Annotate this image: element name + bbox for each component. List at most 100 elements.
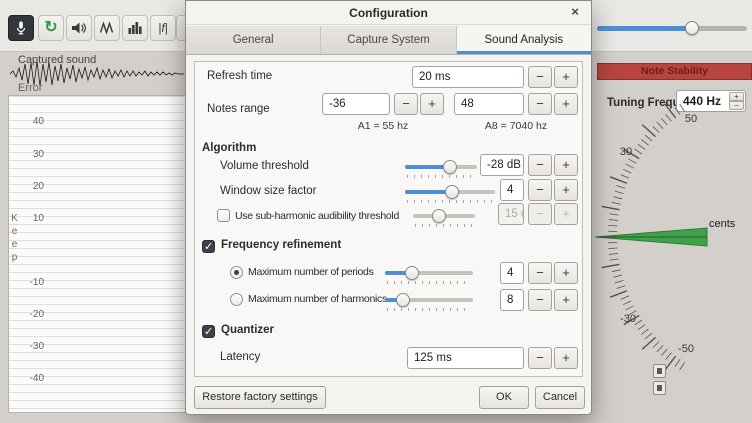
tab-capture-system[interactable]: Capture System: [321, 26, 456, 54]
latency-label: Latency: [220, 351, 260, 363]
ok-button[interactable]: OK: [479, 386, 529, 409]
fourier-view-button[interactable]: |f|: [150, 15, 176, 41]
cancel-button[interactable]: Cancel: [535, 386, 585, 409]
notes-range-min-decrement-button[interactable]: −: [394, 93, 418, 115]
subharmonic-increment-button: +: [554, 203, 578, 225]
dialog-title: Configuration ×: [186, 1, 591, 25]
sound-output-button[interactable]: [66, 15, 92, 41]
axis-tick: 40: [24, 116, 44, 127]
axis-tick: 30: [24, 149, 44, 160]
subharmonic-slider: [413, 207, 475, 228]
fourier-icon: |f|: [158, 21, 168, 35]
tab-bar: General Capture System Sound Analysis: [186, 26, 591, 55]
frequency-refinement-checkbox[interactable]: [202, 240, 215, 253]
tuner-toggle-button[interactable]: ↻: [38, 15, 64, 41]
volume-threshold-slider[interactable]: [405, 158, 477, 179]
error-plot-title: Error: [18, 82, 42, 94]
configuration-dialog: Configuration × General Capture System S…: [185, 0, 592, 415]
slider-handle[interactable]: [445, 185, 459, 199]
tuner-icon: ↻: [44, 20, 57, 36]
window-size-factor-decrement-button[interactable]: −: [528, 179, 552, 201]
volume-threshold-increment-button[interactable]: +: [554, 154, 578, 176]
slider-ticks: [387, 308, 471, 311]
subharmonic-label: Use sub-harmonic audibility threshold: [235, 210, 399, 222]
notes-range-min-hint: A1 = 55 hz: [322, 120, 444, 132]
axis-tick: 10: [24, 213, 44, 224]
latency-decrement-button[interactable]: −: [528, 347, 552, 369]
slider-ticks: [407, 175, 475, 178]
histogram-icon: [127, 20, 143, 36]
notes-range-min-increment-button[interactable]: +: [420, 93, 444, 115]
notes-range-label: Notes range: [207, 103, 270, 115]
tab-sound-analysis[interactable]: Sound Analysis: [457, 26, 591, 54]
max-periods-input[interactable]: 4: [500, 262, 524, 284]
max-harmonics-decrement-button[interactable]: −: [528, 289, 552, 311]
sound-analysis-panel: Refresh time 20 ms − + Notes range -36 −…: [194, 61, 583, 377]
max-harmonics-slider[interactable]: [385, 291, 473, 312]
input-level-slider[interactable]: [597, 21, 747, 35]
captured-sound-label: Captured sound: [18, 54, 96, 66]
slider-fill: [597, 26, 692, 31]
gauge-label: -30: [615, 313, 641, 325]
latency-input[interactable]: 125 ms: [407, 347, 524, 369]
slider-ticks: [415, 224, 473, 227]
refresh-time-input[interactable]: 20 ms: [412, 66, 524, 88]
gauge-unit-label: cents: [709, 218, 735, 230]
mini-button-2[interactable]: [653, 381, 666, 395]
dialog-title-text: Configuration: [349, 6, 428, 20]
volume-threshold-input[interactable]: -28 dB: [480, 154, 524, 176]
volume-threshold-decrement-button[interactable]: −: [528, 154, 552, 176]
slider-ticks: [387, 281, 471, 284]
notes-range-max-input[interactable]: 48: [454, 93, 524, 115]
speaker-icon: [71, 20, 87, 36]
algorithm-header: Algorithm: [202, 142, 256, 154]
max-periods-radio[interactable]: [230, 266, 243, 279]
refresh-time-increment-button[interactable]: +: [554, 66, 578, 88]
mini-button-1[interactable]: [653, 364, 666, 378]
latency-increment-button[interactable]: +: [554, 347, 578, 369]
quantizer-header: Quantizer: [221, 324, 274, 336]
axis-tick: -30: [24, 341, 44, 352]
max-harmonics-increment-button[interactable]: +: [554, 289, 578, 311]
max-periods-slider[interactable]: [385, 264, 473, 285]
axis-tick: -20: [24, 309, 44, 320]
slider-handle[interactable]: [405, 266, 419, 280]
waveform-view-button[interactable]: [94, 15, 120, 41]
subharmonic-input: 15 dB: [498, 203, 524, 225]
restore-factory-settings-button[interactable]: Restore factory settings: [194, 386, 326, 409]
histogram-view-button[interactable]: [122, 15, 148, 41]
frequency-refinement-header: Frequency refinement: [221, 239, 341, 251]
axis-tick: -40: [24, 373, 44, 384]
volume-threshold-label: Volume threshold: [220, 160, 309, 172]
tab-general[interactable]: General: [186, 26, 321, 54]
max-harmonics-input[interactable]: 8: [500, 289, 524, 311]
refresh-time-decrement-button[interactable]: −: [528, 66, 552, 88]
window-size-factor-increment-button[interactable]: +: [554, 179, 578, 201]
slider-ticks: [407, 200, 493, 203]
waveform-icon: [99, 20, 115, 36]
microphone-button[interactable]: [8, 15, 34, 41]
max-periods-decrement-button[interactable]: −: [528, 262, 552, 284]
max-harmonics-label: Maximum number of harmonics: [248, 293, 387, 305]
slider-handle[interactable]: [396, 293, 410, 307]
notes-range-min-input[interactable]: -36: [322, 93, 390, 115]
notes-range-max-decrement-button[interactable]: −: [528, 93, 552, 115]
slider-handle: [432, 209, 446, 223]
slider-handle[interactable]: [685, 21, 699, 35]
notes-range-max-hint: A8 = 7040 hz: [454, 120, 578, 132]
max-periods-increment-button[interactable]: +: [554, 262, 578, 284]
close-button[interactable]: ×: [566, 4, 584, 22]
subharmonic-checkbox[interactable]: [217, 209, 230, 222]
max-harmonics-radio[interactable]: [230, 293, 243, 306]
error-plot: [8, 95, 186, 413]
quantizer-checkbox[interactable]: [202, 325, 215, 338]
subharmonic-decrement-button: −: [528, 203, 552, 225]
note-stability-bar: Note Stability: [597, 63, 752, 80]
slider-handle[interactable]: [443, 160, 457, 174]
window-size-factor-input[interactable]: 4: [500, 179, 524, 201]
notes-range-max-increment-button[interactable]: +: [554, 93, 578, 115]
gauge-label: 30: [613, 146, 639, 158]
refresh-time-label: Refresh time: [207, 70, 272, 82]
window-size-factor-slider[interactable]: [405, 183, 495, 204]
window-size-factor-label: Window size factor: [220, 185, 317, 197]
